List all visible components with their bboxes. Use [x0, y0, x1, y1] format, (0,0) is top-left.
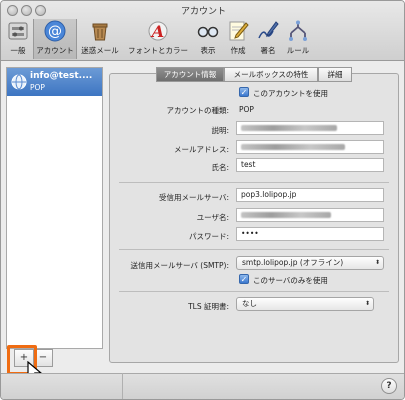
toolbar-rules-label: ルール	[286, 46, 310, 55]
toolbar-signatures-label: 署名	[260, 46, 276, 55]
toolbar-junk-label: 迷惑メール	[81, 46, 119, 55]
globe-icon	[11, 74, 27, 90]
separator	[119, 291, 389, 292]
toolbar-junk[interactable]: 迷惑メール	[79, 19, 121, 59]
signature-icon	[258, 21, 279, 39]
tab-mailbox-behaviors[interactable]: メールボックスの特性	[224, 67, 318, 82]
account-row[interactable]: info@test.... POP	[7, 68, 102, 96]
account-type-value: POP	[239, 105, 254, 114]
toolbar-accounts[interactable]: @ アカウント	[33, 19, 77, 59]
titlebar: アカウント 一般 @ アカウント 迷惑メール A フォントとカラー 表示 作成 …	[1, 1, 404, 61]
window-bottom-bar	[1, 373, 404, 399]
rules-icon	[289, 20, 307, 41]
description-field[interactable]	[236, 121, 384, 135]
pencil-icon	[229, 21, 249, 41]
svg-text:@: @	[48, 24, 62, 40]
tls-certificate-select[interactable]: なし ⬍	[236, 297, 374, 311]
tab-account-info[interactable]: アカウント情報	[156, 67, 224, 82]
toolbar-composing[interactable]: 作成	[225, 19, 251, 59]
account-name: info@test....	[30, 71, 93, 81]
use-only-this-server-checkbox[interactable]: ✓	[239, 274, 249, 284]
description-label: 説明:	[211, 126, 229, 135]
username-field[interactable]	[236, 208, 384, 222]
toolbar-fonts-label: フォントとカラー	[128, 46, 188, 55]
redacted-text	[241, 144, 345, 150]
enable-account-label: このアカウントを使用	[253, 89, 328, 98]
password-label: パスワード:	[188, 232, 229, 241]
incoming-server-label: 受信用メールサーバ:	[159, 193, 229, 202]
account-type: POP	[30, 83, 45, 92]
fullname-label: 氏名:	[211, 163, 229, 172]
redacted-text	[241, 212, 331, 218]
separator	[119, 182, 389, 183]
toolbar-rules[interactable]: ルール	[285, 19, 311, 59]
window-title: アカウント	[180, 7, 226, 17]
smtp-server-value: smtp.lolipop.jp (オフライン)	[242, 258, 344, 267]
trash-icon	[92, 23, 108, 41]
separator	[119, 249, 389, 250]
smtp-label: 送信用メールサーバ (SMTP):	[130, 261, 229, 270]
split-divider[interactable]	[122, 373, 123, 399]
use-only-this-server-label: このサーバのみを使用	[253, 276, 328, 285]
enable-account-checkbox[interactable]: ✓	[239, 87, 249, 97]
toolbar-viewing[interactable]: 表示	[195, 19, 221, 59]
popup-arrows-icon: ⬍	[364, 300, 370, 307]
toolbar-viewing-label: 表示	[200, 46, 216, 55]
incoming-server-field[interactable]: pop3.lolipop.jp	[236, 188, 384, 202]
toolbar-general[interactable]: 一般	[3, 19, 33, 59]
account-type-label: アカウントの種類:	[166, 106, 229, 115]
switch-icon	[8, 22, 28, 40]
toolbar-composing-label: 作成	[230, 46, 246, 55]
fullname-field[interactable]: test	[236, 158, 384, 172]
font-icon: A	[148, 21, 168, 41]
smtp-server-select[interactable]: smtp.lolipop.jp (オフライン) ⬍	[236, 256, 384, 270]
toolbar-signatures[interactable]: 署名	[255, 19, 281, 59]
email-field[interactable]	[236, 140, 384, 154]
help-button[interactable]: ?	[381, 378, 397, 394]
popup-arrows-icon: ⬍	[374, 259, 380, 266]
tab-advanced[interactable]: 詳細	[318, 67, 352, 82]
accounts-window: アカウント 一般 @ アカウント 迷惑メール A フォントとカラー 表示 作成 …	[0, 0, 405, 400]
password-field[interactable]: ••••	[236, 227, 384, 241]
svg-text:A: A	[150, 22, 164, 41]
account-list: info@test.... POP	[6, 67, 103, 349]
toolbar-general-label: 一般	[10, 46, 26, 55]
glasses-icon	[197, 26, 219, 38]
tls-certificate-value: なし	[242, 299, 257, 308]
toolbar-fonts[interactable]: A フォントとカラー	[125, 19, 191, 59]
toolbar-accounts-label: アカウント	[36, 46, 74, 55]
email-label: メールアドレス:	[173, 145, 229, 154]
username-label: ユーザ名:	[196, 213, 229, 222]
tls-certificate-label: TLS 証明書:	[188, 302, 229, 311]
at-icon: @	[44, 20, 66, 42]
redacted-text	[241, 125, 337, 131]
